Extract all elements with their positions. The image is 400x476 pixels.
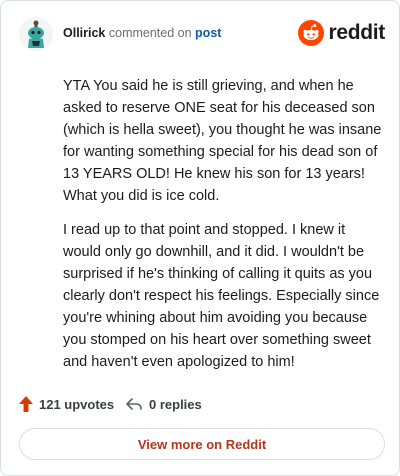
user-avatar-icon[interactable] [19,17,53,51]
comment-paragraph: I read up to that point and stopped. I k… [63,222,380,370]
upvote-arrow-icon [19,396,33,412]
comment-footer: 121 upvotes 0 replies [19,392,385,416]
reply-count[interactable]: 0 replies [125,392,202,416]
reddit-logo[interactable]: reddit [298,19,385,47]
view-more-button[interactable]: View more on Reddit [19,428,385,460]
reply-label: 0 replies [149,396,202,412]
reddit-wordmark: reddit [328,21,385,44]
post-link[interactable]: post [195,26,221,40]
comment-meta: Ollirick commented on post [63,26,221,40]
comment-header: Ollirick commented on post reddit [19,15,385,53]
username-link[interactable]: Ollirick [63,26,105,40]
upvote-count[interactable]: 121 upvotes [19,392,114,416]
reddit-snoo-icon [298,20,325,46]
comment-body: YTA You said he is still grieving, and w… [63,75,383,385]
upvote-label: 121 upvotes [39,396,115,412]
action-text: commented on [108,26,192,40]
comment-paragraph: YTA You said he is still grieving, and w… [63,78,382,204]
embedded-comment-card: Ollirick commented on post reddit YTA Yo… [0,0,400,476]
reply-arrow-icon [126,398,142,410]
